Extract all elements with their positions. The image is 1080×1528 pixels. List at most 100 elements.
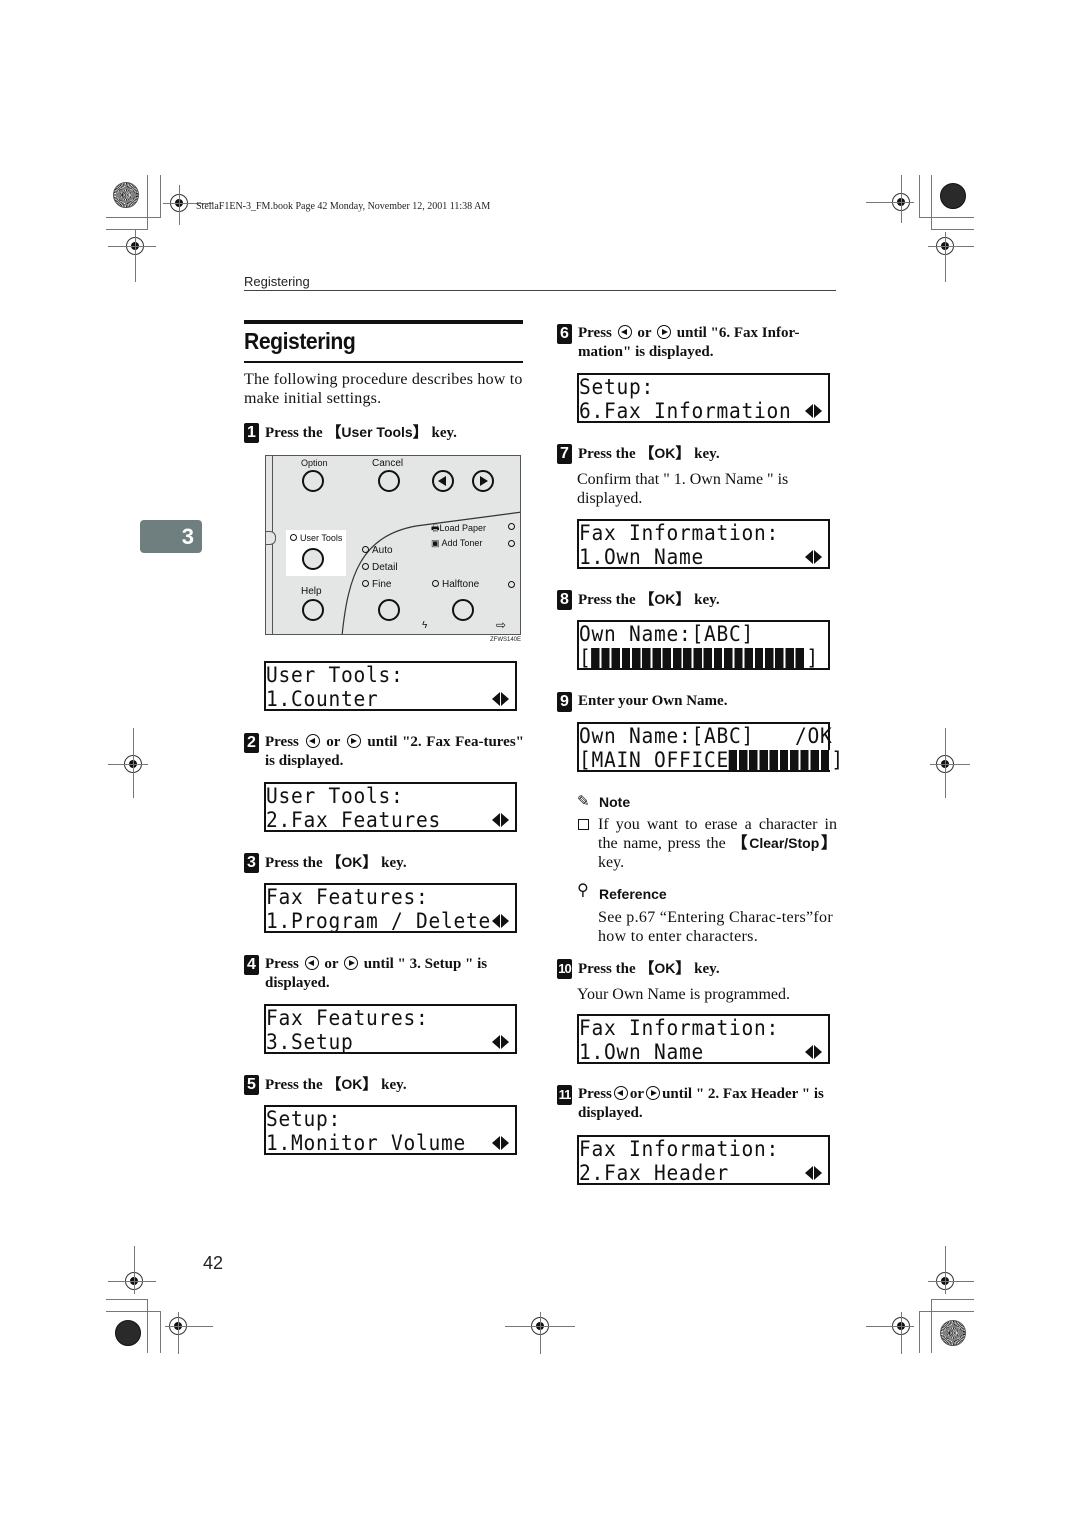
lcd-line-1: Fax Features:	[266, 885, 429, 909]
note-item: If you want to erase a character in the …	[577, 815, 837, 872]
user-tools-led	[290, 534, 297, 541]
color-star-mark-icon	[940, 183, 966, 209]
crop-line	[147, 175, 148, 230]
crop-line	[106, 1311, 161, 1312]
key-name: User Tools	[341, 424, 413, 440]
step-text-mid: or	[637, 325, 652, 341]
left-right-arrows-icon	[491, 692, 511, 706]
cancel-button[interactable]	[378, 470, 400, 492]
lcd-line-2: 3.Setup	[266, 1030, 354, 1054]
crop-line	[931, 1299, 932, 1353]
lcd-line-2: 1.Counter	[266, 687, 379, 711]
bracket: 】	[819, 835, 837, 852]
step-text-post: key.	[427, 425, 457, 441]
step-number: 7	[557, 444, 572, 464]
lcd-display-1: User Tools: 1.Counter	[264, 661, 517, 711]
step-text-pre: Press the	[578, 446, 640, 462]
color-star-mark-icon	[115, 1320, 141, 1346]
load-paper-text: Load Paper	[439, 523, 487, 533]
crop-line	[160, 175, 161, 217]
lcd-line-2: 2.Fax Features	[266, 808, 442, 832]
lcd-bracket: [	[579, 646, 592, 670]
help-label: Help	[301, 586, 322, 597]
bracket: 】	[675, 960, 691, 977]
lcd-line-2: 1.Monitor Volume	[266, 1131, 467, 1155]
led-icon	[362, 563, 369, 570]
left-arrow-key-icon	[617, 325, 632, 339]
checkbox-bullet-icon	[578, 819, 589, 830]
right-arrow-key-icon	[646, 1086, 661, 1100]
quality-button[interactable]	[378, 599, 400, 621]
fine-label: Fine	[362, 579, 391, 590]
step-number: 9	[557, 692, 572, 712]
step-text-mid: or	[326, 734, 341, 750]
note-text-post: key.	[598, 854, 625, 871]
step-text-post: key.	[690, 961, 720, 977]
reference-title: Reference	[599, 886, 667, 902]
lcd-line-1: Setup:	[266, 1107, 342, 1131]
lcd-line-2: 1.Own Name	[579, 1040, 705, 1064]
step-number: 11	[557, 1085, 572, 1105]
right-arrow-key-icon	[344, 956, 359, 970]
step-text: Enter your Own Name.	[578, 693, 728, 709]
key-name: OK	[341, 1076, 363, 1092]
step-text-post: until "6. Fax Infor-mation" is displayed…	[578, 325, 800, 360]
lcd-line-1: Fax Information:	[579, 1016, 780, 1040]
step-text: Press the 【OK】 key.	[265, 853, 407, 873]
step-text-pre: Press the	[578, 592, 640, 608]
lightning-icon: ϟ	[422, 620, 428, 631]
bracket: 】	[675, 445, 691, 462]
left-arrow-button[interactable]	[432, 470, 454, 492]
step-text-pre: Press	[265, 734, 299, 750]
halftone-button[interactable]	[452, 599, 474, 621]
crop-line	[106, 1299, 148, 1300]
bracket: 】	[675, 591, 691, 608]
step-text: Press the 【OK】 key.	[578, 590, 720, 610]
right-arrow-icon	[480, 476, 488, 486]
lcd-display-10: Fax Information: 1.Own Name	[577, 1014, 830, 1064]
left-arrow-key-icon	[304, 956, 319, 970]
reg-crosshair	[945, 728, 946, 798]
intro-text: The following procedure describes how to…	[244, 371, 523, 407]
reg-crosshair	[178, 1312, 179, 1354]
note-block: ✎ Note If you want to erase a character …	[577, 792, 837, 872]
control-panel-illustration: Option Cancel User Tools 🖶Load Paper ▣ A…	[265, 455, 521, 635]
crop-line	[919, 1311, 920, 1353]
step-number: 1	[244, 423, 259, 443]
lcd-line-1: User Tools:	[266, 784, 404, 808]
led-indicator	[508, 580, 518, 591]
right-arrow-key-icon	[657, 325, 672, 339]
step-text: Press or until " 2. Fax Header " is displa…	[578, 1085, 840, 1123]
crop-line	[931, 229, 974, 230]
crop-line	[160, 1311, 161, 1353]
lcd-line-1: Fax Features:	[266, 1006, 429, 1030]
step-text: Press or until "6. Fax Infor-mation" is …	[578, 324, 837, 362]
lcd-line-1: Own Name:[ABC]	[579, 724, 755, 748]
help-button[interactable]	[302, 599, 324, 621]
crop-line	[147, 1299, 148, 1353]
section-title: Registering	[244, 328, 356, 354]
page-number: 42	[203, 1253, 224, 1273]
user-tools-button[interactable]	[302, 548, 324, 570]
left-right-arrows-icon	[804, 1166, 824, 1180]
step-number: 8	[557, 590, 572, 610]
reg-crosshair	[901, 1312, 902, 1354]
left-right-arrows-icon	[491, 1136, 511, 1150]
step-number: 6	[557, 324, 572, 344]
option-button[interactable]	[302, 470, 324, 492]
lcd-line-2: []	[579, 646, 830, 670]
key-name: OK	[654, 591, 676, 607]
figure-code: ZFWS140E	[490, 637, 522, 643]
reg-crosshair	[108, 246, 156, 247]
reg-crosshair	[165, 1326, 213, 1327]
lcd-bracket: [	[579, 748, 592, 772]
lcd-ok-indicator: /OK	[795, 724, 833, 748]
key-name: Clear/Stop	[749, 835, 820, 851]
right-arrow-key-icon	[346, 734, 361, 748]
step-text: Press or until " 3. Setup " is displayed…	[265, 955, 524, 993]
note-title: Note	[599, 794, 631, 810]
lcd-display-4: Fax Features: 3.Setup	[264, 1004, 517, 1054]
right-arrow-button[interactable]	[472, 470, 494, 492]
lcd-display-8: Own Name:[ABC] []	[577, 620, 830, 670]
lcd-display-6: Setup: 6.Fax Information	[577, 373, 830, 423]
